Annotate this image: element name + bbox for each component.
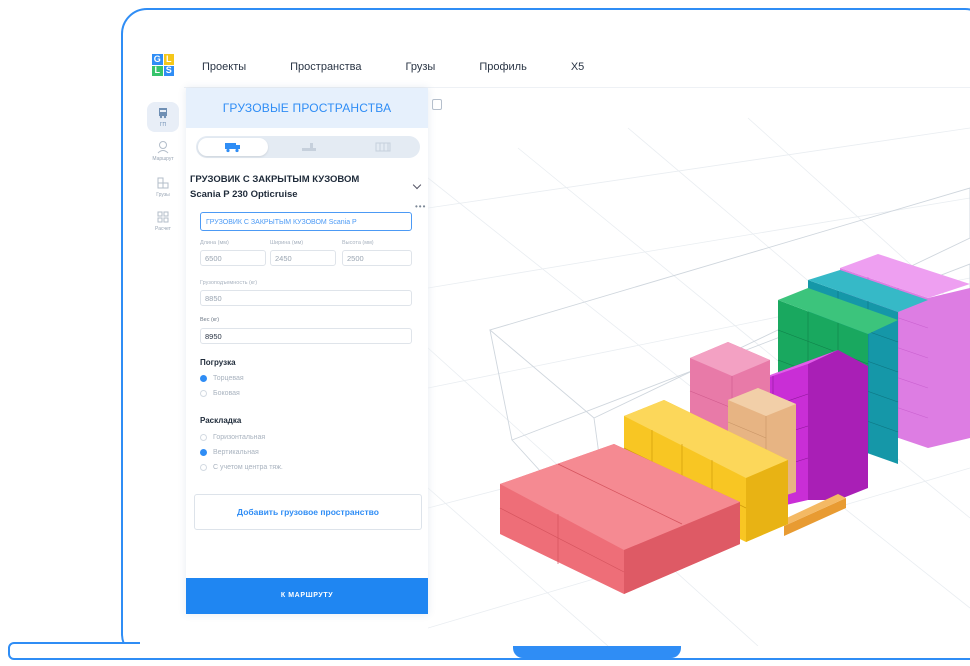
loading-option-end[interactable]: Торцевая [200,375,244,382]
nav-item-x5[interactable]: X5 [571,61,584,73]
width-label: Ширина (мм) [270,240,304,246]
weight-label: Вес (кг) [200,317,220,323]
nav-item-spaces[interactable]: Пространства [290,61,361,73]
logo-letter: L [163,54,174,65]
radio-label: Вертикальная [213,449,259,456]
layout-option-center[interactable]: С учетом центра тяж. [200,464,283,471]
rail-item-label: ГП [159,122,167,128]
more-options-icon[interactable]: ••• [415,202,426,211]
app-logo[interactable]: G L L S [152,54,174,76]
radio-checked-icon [200,449,207,456]
add-cargo-space-button[interactable]: Добавить грузовое пространство [194,494,422,530]
radio-checked-icon [200,375,207,382]
top-nav: Проекты Пространства Грузы Профиль X5 [202,61,628,73]
truck-type-button[interactable] [198,138,268,156]
rail-item-label: Маршрут [152,156,174,162]
loading-title: Погрузка [200,358,236,367]
layout-option-horizontal[interactable]: Горизонтальная [200,434,265,441]
layout-option-vertical[interactable]: Вертикальная [200,449,259,456]
cargo-3d-viewport[interactable] [427,88,970,646]
panel-title: ГРУЗОВЫЕ ПРОСТРАНСТВА [186,88,428,128]
app-screen: G L L S Проекты Пространства Грузы Профи… [140,42,970,646]
laptop-notch [513,646,681,658]
chevron-down-icon[interactable] [412,180,422,190]
vehicle-name-input[interactable]: ГРУЗОВИК С ЗАКРЫТЫМ КУЗОВОМ Scania P [200,212,412,231]
left-rail: ГП Маршрут Грузы Расчет [140,88,186,646]
weight-field[interactable]: 8950 [200,328,412,344]
nav-item-cargo[interactable]: Грузы [406,61,436,73]
logo-letter: L [152,65,163,76]
route-pin-icon [155,140,171,154]
radio-label: Торцевая [213,375,244,382]
grid-icon [155,210,171,224]
vehicle-type: ГРУЗОВИК С ЗАКРЫТЫМ КУЗОВОМ [190,174,360,185]
container-type-button[interactable] [274,138,344,156]
truck-icon [225,143,240,153]
radio-label: С учетом центра тяж. [213,464,283,471]
height-label: Высота (мм) [342,240,374,246]
logo-letter: S [163,65,174,76]
rail-item-spaces[interactable]: ГП [147,102,179,132]
radio-unchecked-icon [200,390,207,397]
rail-item-calc[interactable]: Расчет [147,210,179,232]
radio-unchecked-icon [200,464,207,471]
radio-label: Горизонтальная [213,434,266,441]
boxes-icon [155,176,171,190]
radio-label: Боковая [213,390,240,397]
width-field[interactable]: 2450 [270,250,336,266]
rail-item-cargo[interactable]: Грузы [147,176,179,198]
vehicle-title: ГРУЗОВИК С ЗАКРЫТЫМ КУЗОВОМ Scania P 230… [190,172,359,202]
wagon-type-button[interactable] [348,138,418,156]
container-icon [302,143,316,151]
rail-item-label: Расчет [155,226,171,232]
capacity-field[interactable]: 8850 [200,290,412,306]
truck-icon [155,106,171,120]
radio-unchecked-icon [200,434,207,441]
nav-item-projects[interactable]: Проекты [202,61,246,73]
wagon-icon [375,142,391,152]
nav-item-profile[interactable]: Профиль [479,61,527,73]
length-field[interactable]: 6500 [200,250,266,266]
cargo-space-panel: ГРУЗОВЫЕ ПРОСТРАНСТВА ГРУЗОВИК С ЗАКРЫТЫ… [186,88,442,614]
length-label: Длина (мм) [200,240,229,246]
layout-title: Раскладка [200,416,242,425]
vehicle-type-switch [196,136,420,158]
logo-letter: G [152,53,163,65]
to-route-button[interactable]: К МАРШРУТУ [186,578,428,614]
cargo-3d-scene [427,117,970,646]
capacity-label: Грузоподъемность (кг) [200,280,258,286]
rail-item-route[interactable]: Маршрут [147,140,179,162]
height-field[interactable]: 2500 [342,250,412,266]
vehicle-model: Scania P 230 Opticruise [190,189,298,200]
loading-option-side[interactable]: Боковая [200,390,240,397]
rail-item-label: Грузы [156,192,170,198]
